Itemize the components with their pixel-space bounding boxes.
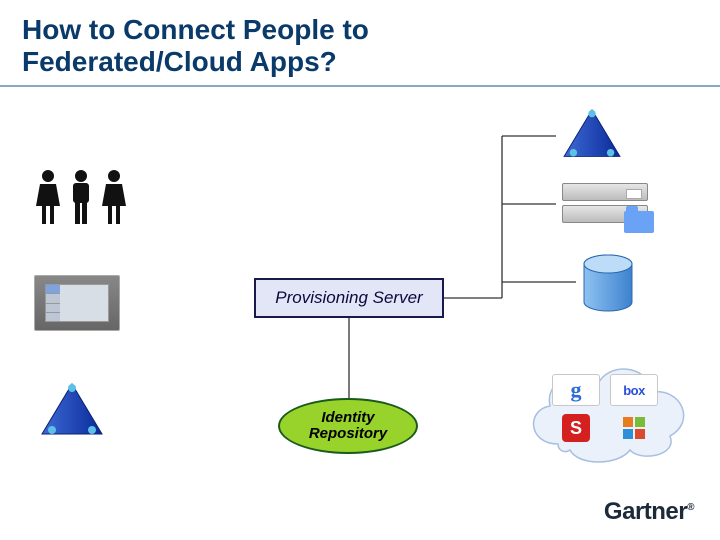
office-app-icon xyxy=(610,412,658,444)
brand-text: Gartner xyxy=(604,498,687,525)
person-male-icon xyxy=(68,168,94,224)
brand-mark: ® xyxy=(687,502,694,513)
server-stack-icon xyxy=(562,183,648,227)
identity-repo-line2: Repository xyxy=(309,425,387,442)
hr-system-icon xyxy=(34,275,120,331)
cloud-icon: g box S xyxy=(520,348,696,466)
gartner-logo: Gartner® xyxy=(604,498,694,526)
folder-icon xyxy=(624,211,654,233)
person-female-icon xyxy=(100,168,128,224)
box-app-icon: box xyxy=(610,374,658,406)
cloud-app-grid: g box S xyxy=(552,374,658,444)
identity-repo-line1: Identity xyxy=(321,409,374,426)
socialcast-app-icon: S xyxy=(552,412,600,444)
page-title: How to Connect People to Federated/Cloud… xyxy=(22,14,369,78)
title-line-1: How to Connect People to xyxy=(22,14,369,45)
provisioning-server-label: Provisioning Server xyxy=(275,288,422,307)
database-icon xyxy=(582,254,634,314)
directory-pyramid-icon xyxy=(40,382,104,440)
provisioning-server-box: Provisioning Server xyxy=(254,278,444,318)
directory-pyramid-icon xyxy=(562,108,622,162)
hr-screen xyxy=(45,284,109,322)
title-underline xyxy=(0,85,720,87)
people-icon xyxy=(34,168,128,224)
google-app-icon: g xyxy=(552,374,600,406)
title-line-2: Federated/Cloud Apps? xyxy=(22,46,337,77)
identity-repository-ellipse: Identity Repository xyxy=(278,398,418,454)
person-female-icon xyxy=(34,168,62,224)
